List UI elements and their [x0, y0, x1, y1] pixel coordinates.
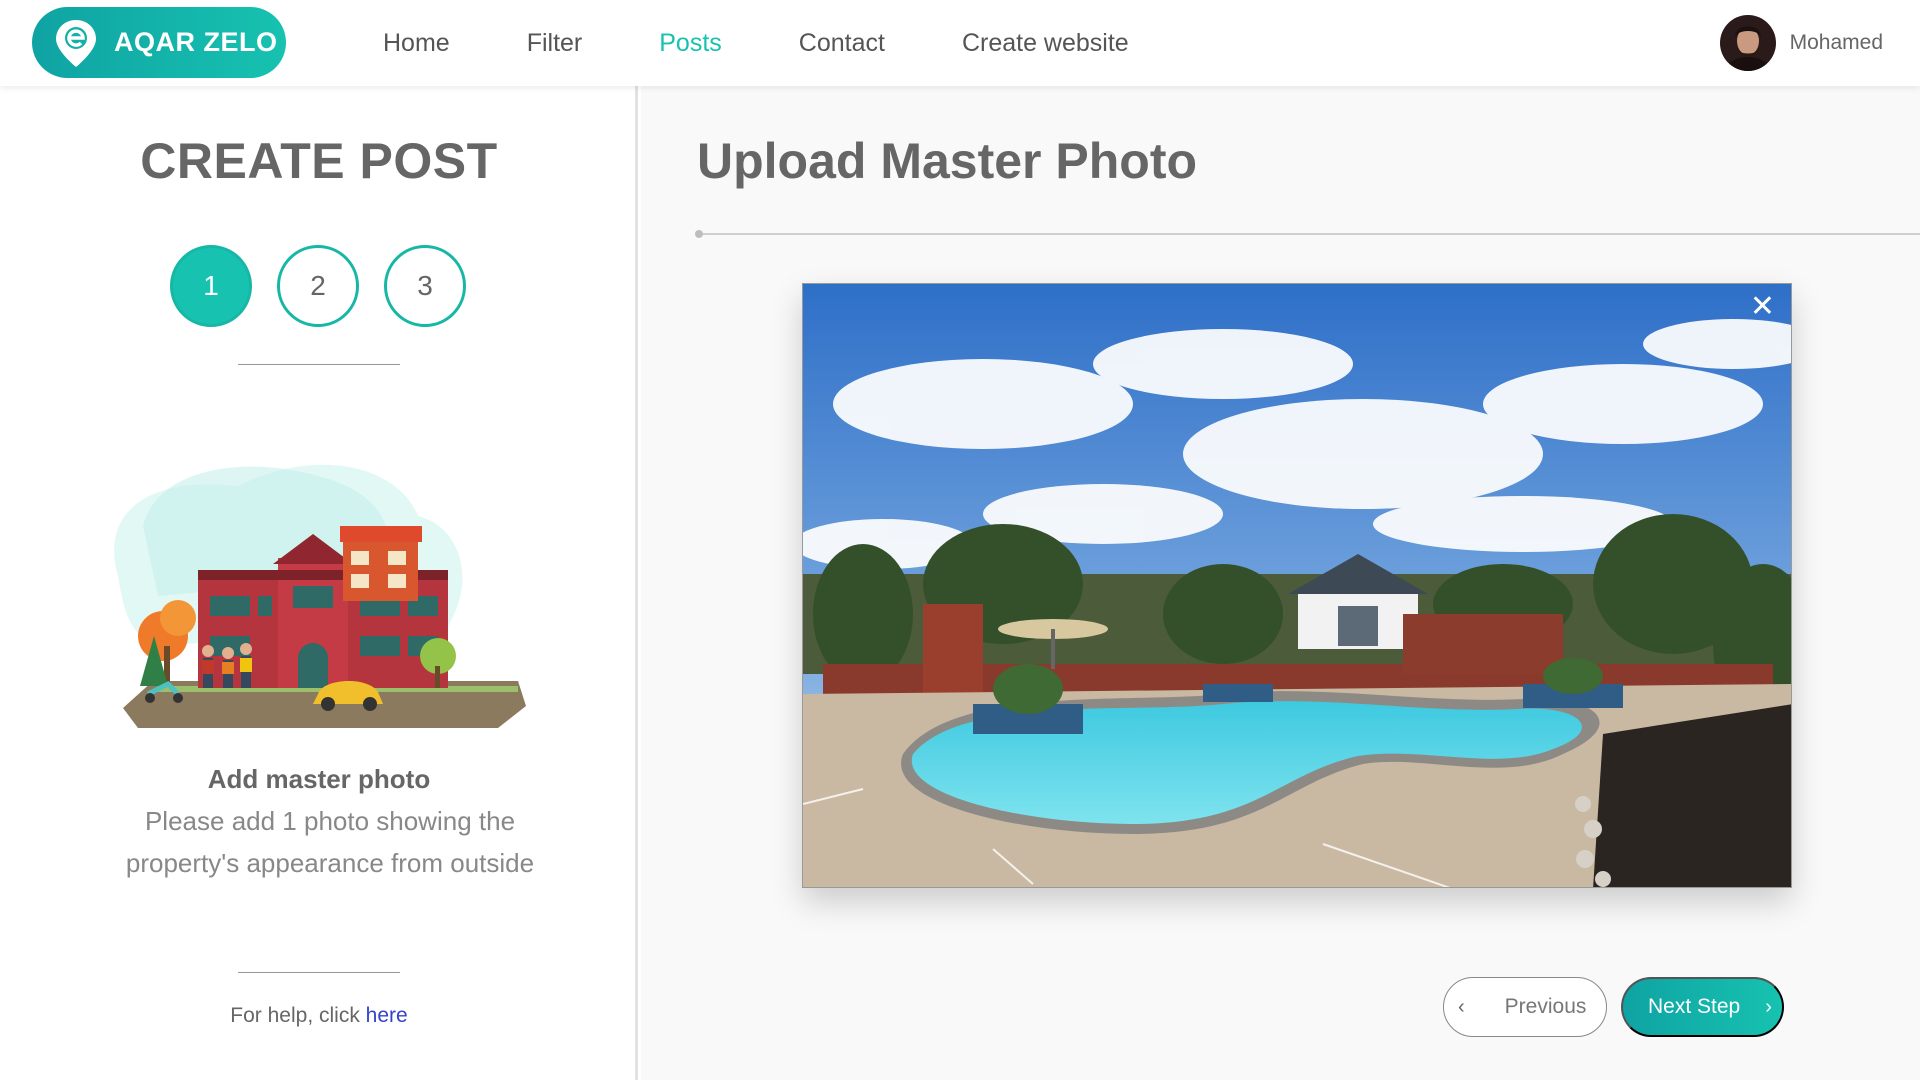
remove-photo-button[interactable]: ✕	[1750, 292, 1775, 322]
progress-marker	[695, 230, 703, 238]
nav-home[interactable]: Home	[383, 29, 450, 58]
page-title: CREATE POST	[140, 133, 498, 189]
brand-logo[interactable]: AQAR ZELO	[32, 7, 286, 78]
avatar[interactable]	[1719, 15, 1776, 71]
help-text: For help, click here	[0, 1004, 638, 1028]
info-title: Add master photo	[207, 764, 431, 794]
next-step-label: Next Step	[1648, 995, 1741, 1018]
section-title: Upload Master Photo	[697, 133, 1198, 189]
nav-posts[interactable]: Posts	[659, 29, 722, 58]
nav-create-website[interactable]: Create website	[962, 29, 1129, 58]
info-description: Please add 1 photo showing the property'…	[125, 806, 535, 878]
step-1[interactable]: 1	[170, 245, 252, 327]
progress-track	[695, 230, 1920, 238]
brand-name: AQAR ZELO	[114, 27, 278, 57]
next-step-button[interactable]: Next Step ›	[1621, 977, 1784, 1037]
main-nav: Home Filter Posts Contact Create website	[383, 0, 1206, 86]
previous-label: Previous	[1504, 995, 1587, 1018]
divider	[238, 972, 400, 973]
top-navbar: AQAR ZELO Home Filter Posts Contact Crea…	[0, 0, 1920, 86]
nav-contact[interactable]: Contact	[799, 29, 885, 58]
help-link[interactable]: here	[366, 1004, 408, 1027]
previous-button[interactable]: ‹ Previous	[1443, 977, 1607, 1037]
chevron-right-icon: ›	[1765, 995, 1772, 1018]
step-indicator: 1 2 3	[170, 245, 491, 327]
map-pin-e-icon	[50, 17, 102, 69]
create-post-sidebar: CREATE POST 1 2 3 Add master photo Pleas…	[0, 86, 638, 1080]
user-name: Mohamed	[1789, 31, 1883, 54]
user-menu[interactable]: Mohamed	[1719, 15, 1883, 71]
house-illustration	[98, 446, 538, 746]
step-2[interactable]: 2	[277, 245, 359, 327]
chevron-left-icon: ‹	[1458, 995, 1465, 1018]
master-photo-preview[interactable]: ✕	[802, 283, 1792, 888]
step-3[interactable]: 3	[384, 245, 466, 327]
divider	[238, 364, 400, 365]
nav-filter[interactable]: Filter	[527, 29, 583, 58]
help-prefix: For help, click	[230, 1004, 366, 1027]
upload-panel: Upload Master Photo ✕ ‹ Previous Next St…	[641, 86, 1920, 1080]
